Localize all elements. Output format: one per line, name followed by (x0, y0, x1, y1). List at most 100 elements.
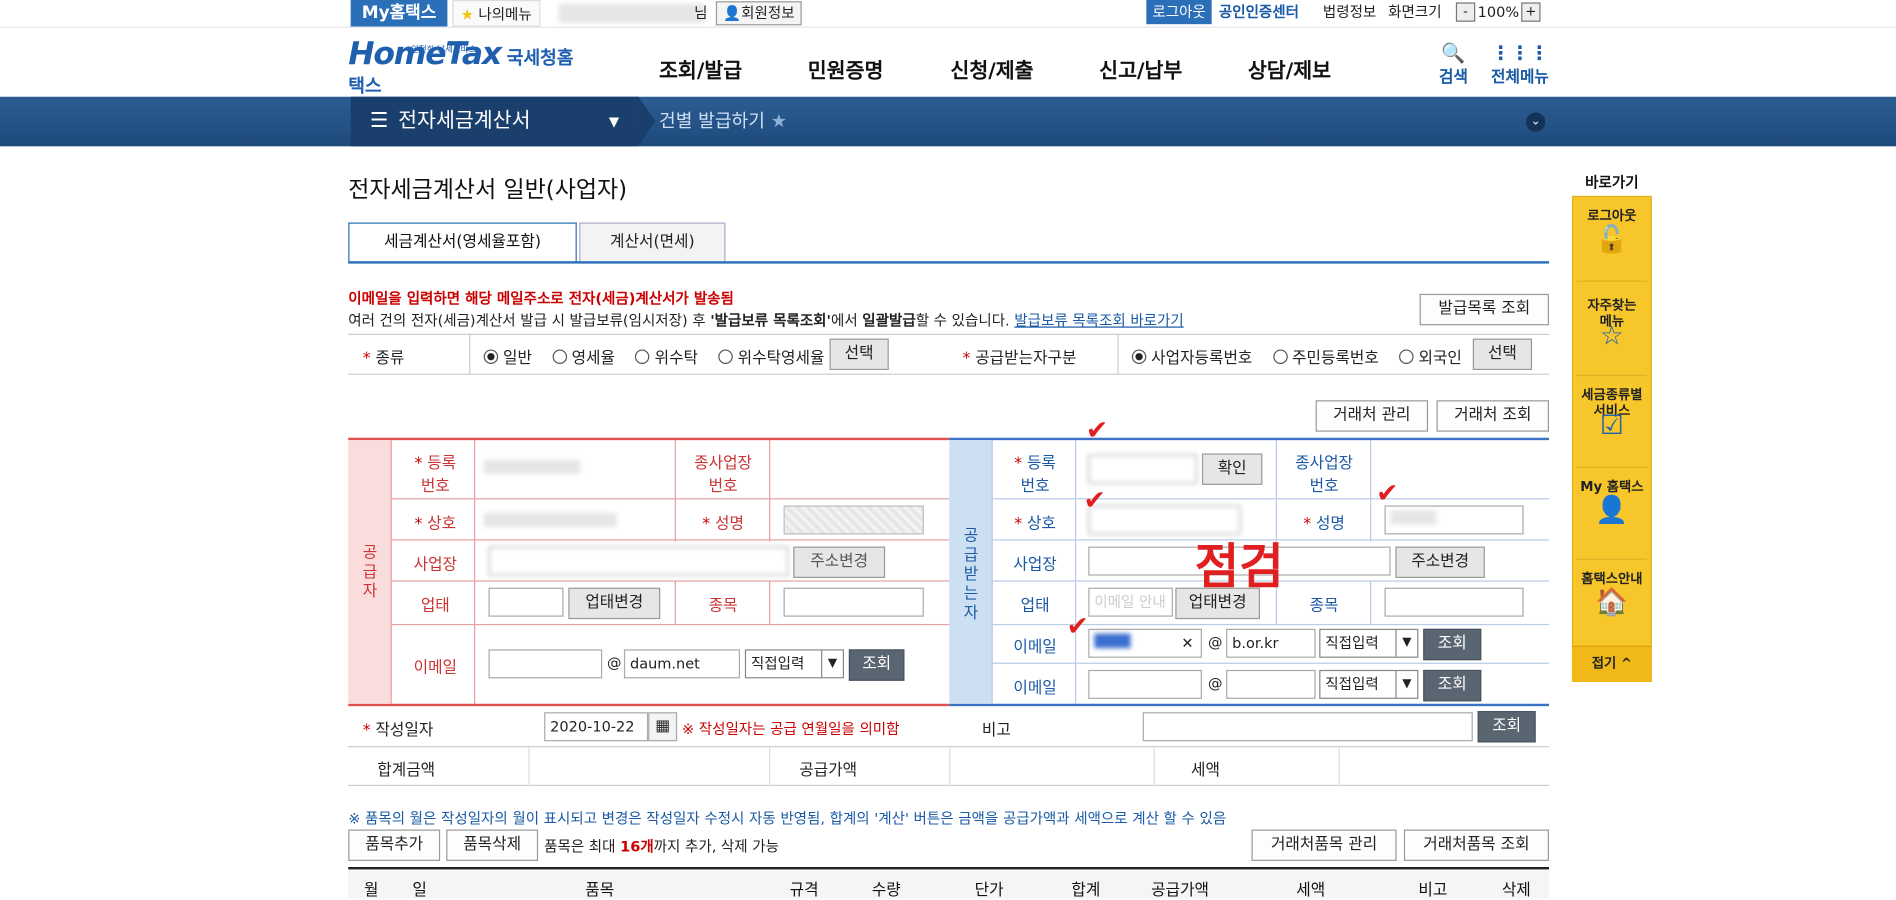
my-hometax-button[interactable]: My홈택스 (350, 0, 448, 27)
divider (391, 498, 950, 500)
receiver-address-button[interactable]: 주소변경 (1395, 546, 1485, 578)
write-date-field[interactable]: 2020-10-22 (544, 712, 649, 742)
kind-option-label: 영세율 (571, 349, 615, 368)
supplier-email-select[interactable]: 직접입력 ▼ (744, 649, 845, 679)
star-outline-icon[interactable]: ★ (771, 110, 787, 132)
quick-hometax-guide[interactable]: 홈택스안내 🏠 (1572, 568, 1652, 618)
kind-radio-consign-zero[interactable] (718, 349, 733, 364)
search-button[interactable]: 🔍 검색 (1434, 41, 1473, 87)
tab-tax-invoice[interactable]: 세금계산서(영세율포함) (348, 222, 577, 264)
kind-select-button[interactable]: 선택 (829, 338, 889, 371)
law-info-link[interactable]: 법령정보 (1323, 0, 1376, 24)
nav-sub-item[interactable]: 건별 발급하기 ★ (659, 97, 787, 147)
kind-radio-consign[interactable] (635, 349, 650, 364)
tab-invoice-taxfree[interactable]: 계산서(면세) (579, 222, 726, 264)
receiver-email-id-field[interactable]: ✕ (1088, 628, 1202, 658)
divider (1576, 558, 1647, 560)
gnb-item-consult[interactable]: 상담/제보 (1248, 53, 1331, 83)
kind-radio-zero-rate[interactable] (552, 349, 567, 364)
hometax-logo[interactable]: 안전한 납세서비스 HomeTax 국세청홈택스 (348, 36, 578, 96)
gnb-item-apply[interactable]: 신청/제출 (950, 53, 1033, 83)
unlock-icon: 🔓 (1595, 224, 1629, 256)
supplier-address-button[interactable]: 주소변경 (793, 546, 886, 578)
receiver-type-radio-resident[interactable] (1272, 349, 1288, 364)
receiver-type-select-button[interactable]: 선택 (1472, 338, 1533, 371)
all-menu-button[interactable]: ⋮⋮⋮ 전체메뉴 (1487, 41, 1552, 87)
nav-section-dropdown[interactable]: ☰ 전자세금계산서 ▼ (350, 96, 639, 147)
supplier-email-domain-field[interactable]: daum.net (623, 649, 741, 679)
hold-list-link[interactable]: 발급보류 목록조회 바로가기 (1014, 312, 1183, 329)
remark-search-button[interactable]: 조회 (1477, 711, 1536, 743)
checkbox-icon: ☑ (1599, 411, 1624, 442)
kind-radio-general[interactable] (483, 349, 499, 364)
kind-label: * 종류 (362, 349, 405, 368)
clear-icon[interactable]: ✕ (1181, 630, 1193, 657)
receiver-side-label: 공급받는자 (963, 527, 979, 623)
cert-center-link[interactable]: 공인인증센터 (1219, 0, 1299, 24)
member-info-button[interactable]: 👤회원정보 (715, 1, 802, 26)
gnb-item-report[interactable]: 신고/납부 (1099, 53, 1182, 83)
hold-notice-bold1: '발급보류 목록조회' (710, 311, 831, 329)
quick-my-hometax-label: My 홈택스 (1580, 478, 1644, 495)
quick-collapse-button[interactable]: 접기 ^ (1571, 645, 1652, 682)
gnb-item-certificate[interactable]: 민원증명 (808, 53, 884, 83)
receiver-item-label: 종목 (1309, 597, 1339, 616)
sum-total-value (528, 747, 771, 786)
divider (469, 334, 471, 374)
supplier-sub-biz-label: 종사업장 번호 (694, 454, 753, 496)
calendar-icon[interactable]: ▦ (648, 712, 678, 742)
receiver-biz-type-field[interactable]: 이메일 안내 (1088, 587, 1173, 617)
quick-favorite[interactable]: 자주찾는 메뉴 ☆ (1572, 297, 1652, 350)
quick-tax-service[interactable]: 세금종류별 서비스 ☑ (1572, 387, 1652, 442)
supplier-email-id-field[interactable] (488, 649, 603, 679)
receiver-reg-no-field[interactable] (1088, 454, 1198, 484)
supplier-email-label: 이메일 (413, 659, 458, 678)
supplier-reg-no-value (483, 459, 581, 475)
receiver-email2-domain-field[interactable] (1226, 669, 1316, 699)
check-mark-icon: ✔ (1085, 415, 1109, 447)
receiver-confirm-button[interactable]: 확인 (1201, 453, 1263, 485)
supplier-email-search-button[interactable]: 조회 (848, 649, 905, 681)
remark-field[interactable] (1142, 712, 1473, 742)
house-icon: 🏠 (1595, 587, 1629, 618)
chevron-down-icon[interactable]: ⌄ (1526, 112, 1546, 132)
receiver-item-field[interactable] (1384, 587, 1524, 617)
hold-notice-text2: 에서 (830, 311, 863, 329)
receiver-email-select[interactable]: 직접입력 ▼ (1319, 628, 1419, 658)
item-notice: ※ 품목의 월은 작성일자의 월이 표시되고 변경은 작성일자 수정시 자동 반… (348, 810, 1227, 828)
receiver-email-search-button[interactable]: 조회 (1423, 628, 1482, 661)
quick-hometax-guide-label: 홈택스안내 (1581, 570, 1643, 587)
partner-item-manage-button[interactable]: 거래처품목 관리 (1251, 829, 1397, 861)
divider (391, 580, 950, 582)
gnb-item-inquiry[interactable]: 조회/발급 (659, 53, 742, 83)
quick-my-hometax[interactable]: My 홈택스 👤 (1572, 476, 1652, 526)
supplier-biz-type-field[interactable] (488, 587, 564, 617)
zoom-in-button[interactable]: + (1521, 2, 1541, 22)
receiver-company-label: * 상호 (1014, 515, 1056, 534)
supplier-biz-type-button[interactable]: 업태변경 (568, 587, 661, 620)
receiver-email2-select[interactable]: 직접입력 ▼ (1319, 669, 1419, 699)
supplier-item-field[interactable] (783, 587, 924, 617)
zoom-out-button[interactable]: - (1455, 2, 1476, 22)
item-delete-button[interactable]: 품목삭제 (446, 829, 539, 861)
quick-logout[interactable]: 로그아웃 🔓 (1572, 206, 1652, 256)
item-limit-count: 16개 (620, 837, 654, 855)
receiver-email2-search-button[interactable]: 조회 (1423, 669, 1482, 702)
partner-item-search-button[interactable]: 거래처품목 조회 (1403, 829, 1549, 861)
chevron-up-icon: ^ (1620, 655, 1633, 672)
item-add-button[interactable]: 품목추가 (348, 829, 441, 861)
my-menu-button[interactable]: ★ 나의메뉴 (452, 0, 541, 27)
issue-list-button[interactable]: 발급목록 조회 (1419, 293, 1549, 326)
receiver-email2-id-field[interactable] (1088, 669, 1202, 699)
person-icon: 👤 (1595, 495, 1629, 527)
receiver-name-field[interactable] (1384, 505, 1524, 535)
receiver-type-radio-biz[interactable] (1131, 349, 1147, 364)
partner-manage-button[interactable]: 거래처 관리 (1315, 400, 1429, 432)
receiver-type-radio-foreigner[interactable] (1399, 349, 1414, 364)
partner-search-button[interactable]: 거래처 조회 (1436, 400, 1549, 432)
tab-underline (348, 261, 1549, 264)
kind-label-text: 종류 (375, 349, 405, 368)
receiver-email-domain-field[interactable]: b.or.kr (1226, 628, 1316, 658)
logout-button[interactable]: 로그아웃 (1146, 0, 1212, 25)
logo-tagline: 안전한 납세서비스 (411, 44, 477, 55)
